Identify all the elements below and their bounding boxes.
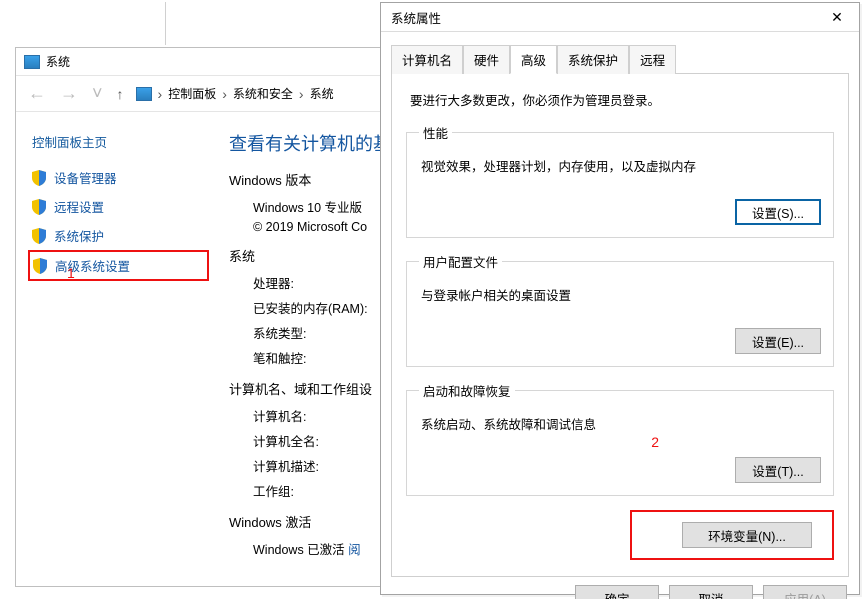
cancel-button[interactable]: 取消: [669, 585, 753, 599]
shield-icon: [32, 228, 46, 244]
tab-hardware[interactable]: 硬件: [463, 45, 510, 74]
dialog-title: 系统属性: [391, 8, 441, 27]
sidebar-item-label: 设备管理器: [54, 168, 117, 187]
sidebar-item-advanced-system-settings[interactable]: 高级系统设置: [28, 250, 209, 281]
section-computer-name: 计算机名、域和工作组设: [229, 379, 391, 398]
sidebar-item-label: 系统保护: [54, 226, 104, 245]
label-pen-touch: 笔和触控:: [253, 348, 391, 367]
nav-back-icon[interactable]: ←: [24, 83, 50, 104]
environment-variables-button[interactable]: 环境变量(N)...: [682, 522, 812, 548]
group-user-profiles-desc: 与登录帐户相关的桌面设置: [421, 285, 821, 304]
shield-icon: [32, 199, 46, 215]
label-workgroup: 工作组:: [253, 481, 391, 500]
system-window-title: 系统: [46, 53, 70, 70]
annotation-1: 1: [67, 265, 75, 281]
tab-remote[interactable]: 远程: [629, 45, 676, 74]
chevron-right-icon: ›: [158, 86, 163, 102]
activation-link[interactable]: 阅: [348, 543, 361, 557]
label-installed-ram: 已安装的内存(RAM):: [253, 298, 391, 317]
shield-icon: [33, 258, 47, 274]
content-pane: 查看有关计算机的基 Windows 版本 Windows 10 专业版 © 20…: [221, 112, 391, 562]
page-title: 查看有关计算机的基: [229, 130, 391, 156]
annotation-box-2: 环境变量(N)...: [630, 510, 834, 560]
sidebar-item-label: 远程设置: [54, 197, 104, 216]
tab-advanced[interactable]: 高级: [510, 45, 557, 74]
tab-computer-name[interactable]: 计算机名: [391, 45, 463, 74]
label-computer-name: 计算机名:: [253, 406, 391, 425]
chevron-right-icon: ›: [222, 86, 227, 102]
breadcrumb[interactable]: 系统: [310, 85, 334, 102]
group-performance: 性能 视觉效果，处理器计划，内存使用，以及虚拟内存 设置(S)...: [406, 123, 834, 238]
close-button[interactable]: ✕: [815, 3, 859, 31]
nav-up-icon[interactable]: ↑: [113, 86, 128, 102]
chevron-right-icon: ›: [299, 86, 304, 102]
shield-icon: [32, 170, 46, 186]
startup-recovery-settings-button[interactable]: 设置(T)...: [735, 457, 821, 483]
left-pane: 控制面板主页 设备管理器 远程设置: [16, 112, 221, 562]
copyright-text: © 2019 Microsoft Co: [253, 220, 391, 234]
group-user-profiles: 用户配置文件 与登录帐户相关的桌面设置 设置(E)...: [406, 252, 834, 367]
dialog-footer: 确定 取消 应用(A): [381, 577, 859, 599]
label-system-type: 系统类型:: [253, 323, 391, 342]
sidebar-item-system-protection[interactable]: 系统保护: [28, 221, 209, 250]
group-user-profiles-legend: 用户配置文件: [419, 252, 502, 271]
address-bar[interactable]: › 控制面板 › 系统和安全 › 系统: [136, 85, 334, 102]
breadcrumb[interactable]: 控制面板: [168, 85, 216, 102]
window-edge-artifact: [165, 2, 166, 45]
sidebar-item-device-manager[interactable]: 设备管理器: [28, 163, 209, 192]
nav-forward-icon[interactable]: →: [56, 83, 82, 104]
ok-button[interactable]: 确定: [575, 585, 659, 599]
close-icon: ✕: [831, 9, 843, 26]
group-startup-recovery-desc: 系统启动、系统故障和调试信息: [421, 414, 821, 433]
sidebar-item-remote-settings[interactable]: 远程设置: [28, 192, 209, 221]
group-startup-recovery: 启动和故障恢复 系统启动、系统故障和调试信息 设置(T)...: [406, 381, 834, 496]
nav-recent-icon[interactable]: ˅: [88, 83, 107, 104]
tab-pane-advanced: 要进行大多数更改，你必须作为管理员登录。 性能 视觉效果，处理器计划，内存使用，…: [391, 73, 849, 577]
left-pane-heading[interactable]: 控制面板主页: [32, 132, 209, 151]
dialog-tabs: 计算机名 硬件 高级 系统保护 远程: [391, 44, 849, 73]
dialog-titlebar: 系统属性 ✕: [381, 3, 859, 32]
system-properties-dialog: 系统属性 ✕ 计算机名 硬件 高级 系统保护 远程 要进行大多数更改，你必须作为…: [380, 2, 860, 595]
section-system: 系统: [229, 246, 391, 265]
section-windows-edition: Windows 版本: [229, 170, 391, 189]
group-performance-desc: 视觉效果，处理器计划，内存使用，以及虚拟内存: [421, 156, 821, 175]
apply-button[interactable]: 应用(A): [763, 585, 847, 599]
section-activation: Windows 激活: [229, 512, 391, 531]
group-performance-legend: 性能: [419, 123, 452, 142]
label-processor: 处理器:: [253, 273, 391, 292]
address-icon: [136, 87, 152, 101]
activation-status: Windows 已激活 阅: [253, 539, 391, 558]
windows-edition-value: Windows 10 专业版: [253, 197, 391, 216]
system-icon: [24, 55, 40, 69]
tab-system-protection[interactable]: 系统保护: [557, 45, 629, 74]
group-startup-recovery-legend: 启动和故障恢复: [419, 381, 515, 400]
annotation-2: 2: [651, 434, 659, 450]
performance-settings-button[interactable]: 设置(S)...: [735, 199, 821, 225]
environment-variables-row: 环境变量(N)...: [406, 510, 834, 560]
label-full-computer-name: 计算机全名:: [253, 431, 391, 450]
breadcrumb[interactable]: 系统和安全: [233, 85, 293, 102]
user-profiles-settings-button[interactable]: 设置(E)...: [735, 328, 821, 354]
label-computer-description: 计算机描述:: [253, 456, 391, 475]
activation-status-text: Windows 已激活: [253, 543, 348, 557]
admin-note: 要进行大多数更改，你必须作为管理员登录。: [410, 90, 834, 109]
